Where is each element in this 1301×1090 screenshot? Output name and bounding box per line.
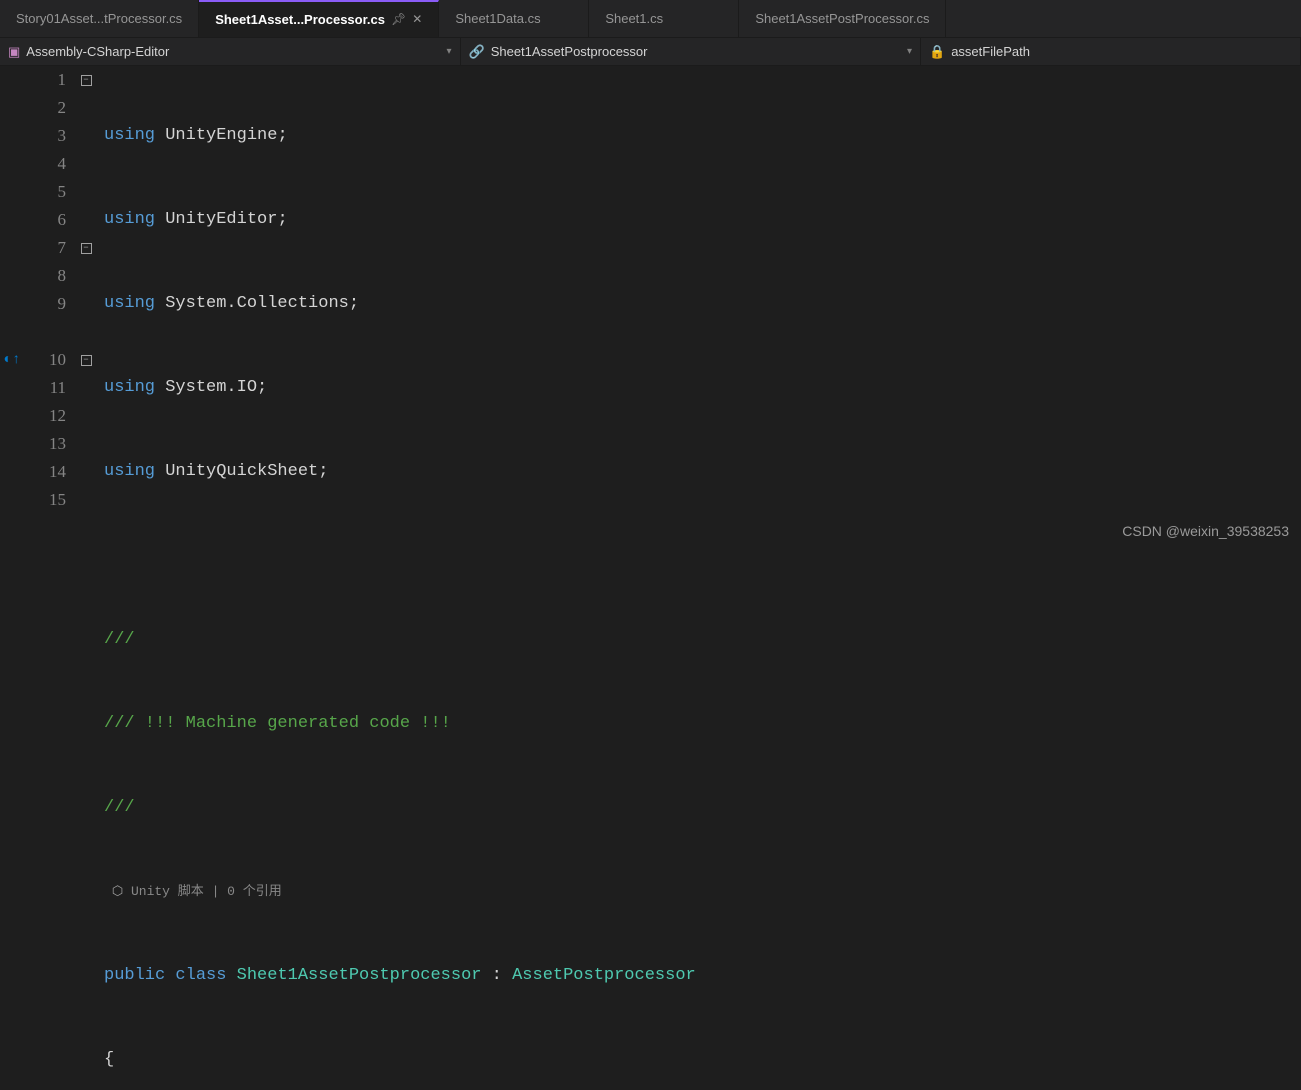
line-number: 6 [24,206,66,234]
tab-sheet1postprocessor[interactable]: Sheet1AssetPostProcessor.cs [739,0,946,37]
code-line: /// [96,626,1301,654]
line-number: 1 [24,66,66,94]
line-number: 5 [24,178,66,206]
watermark: CSDN @weixin_39538253 [1122,523,1289,539]
nav-indicator-icon[interactable]: ◐↑ [4,352,21,368]
line-number: 4 [24,150,66,178]
code-line: /// [96,794,1301,822]
tab-sheet1data[interactable]: Sheet1Data.cs [439,0,589,37]
nav-project[interactable]: ▣ Assembly-CSharp-Editor ▾ [0,38,461,65]
code-line: /// !!! Machine generated code !!! [96,710,1301,738]
line-number: 11 [24,374,66,402]
nav-bar: ▣ Assembly-CSharp-Editor ▾ 🔗 Sheet1Asset… [0,38,1301,66]
code-line: using UnityEditor; [96,206,1301,234]
fold-toggle[interactable]: − [76,66,96,94]
line-number: 9 [24,290,66,318]
indicator-margin: ◐↑ [0,66,24,545]
code-line: using System.IO; [96,374,1301,402]
tab-story01[interactable]: Story01Asset...tProcessor.cs [0,0,199,37]
editor: ◐↑ 1 2 3 4 5 6 7 8 9 10 11 12 13 14 15 −… [0,66,1301,545]
tab-label: Sheet1Asset...Processor.cs [215,12,385,27]
nav-class-label: Sheet1AssetPostprocessor [491,44,648,59]
code-line: public class Sheet1AssetPostprocessor : … [96,962,1301,990]
class-icon: 🔗 [469,44,485,60]
fold-toggle[interactable]: − [76,346,96,374]
line-number: 3 [24,122,66,150]
line-number: 15 [24,486,66,514]
tab-sheet1-processor-active[interactable]: Sheet1Asset...Processor.cs 📌︎ ✕ [199,0,439,37]
fold-column: − − − [76,66,96,545]
code-line: { [96,1046,1301,1074]
line-number: 8 [24,262,66,290]
field-icon: 🔒 [929,44,945,60]
unity-cube-icon: ⬡ [112,884,123,899]
tab-bar: Story01Asset...tProcessor.cs Sheet1Asset… [0,0,1301,38]
code-area[interactable]: using UnityEngine; using UnityEditor; us… [96,66,1301,545]
chevron-down-icon[interactable]: ▾ [907,46,912,57]
chevron-down-icon[interactable]: ▾ [446,46,451,57]
line-number: 14 [24,458,66,486]
close-icon[interactable]: ✕ [412,12,422,26]
nav-member-label: assetFilePath [951,44,1030,59]
tab-sheet1[interactable]: Sheet1.cs [589,0,739,37]
line-number-gutter: 1 2 3 4 5 6 7 8 9 10 11 12 13 14 15 [24,66,76,545]
code-lens[interactable]: ⬡ Unity 脚本 | 0 个引用 [96,878,1301,906]
tab-label: Sheet1Data.cs [455,11,540,26]
code-line: using System.Collections; [96,290,1301,318]
code-line: using UnityQuickSheet; [96,458,1301,486]
code-line [96,542,1301,570]
line-number: 13 [24,430,66,458]
line-number: 12 [24,402,66,430]
line-number: 10 [24,346,66,374]
tab-label: Story01Asset...tProcessor.cs [16,11,182,26]
line-number: 7 [24,234,66,262]
fold-toggle[interactable]: − [76,234,96,262]
pin-icon[interactable]: 📌︎ [391,12,406,26]
line-number: 2 [24,94,66,122]
nav-project-label: Assembly-CSharp-Editor [26,44,169,59]
tab-label: Sheet1AssetPostProcessor.cs [755,11,929,26]
tab-label: Sheet1.cs [605,11,663,26]
code-line: using UnityEngine; [96,122,1301,150]
nav-member[interactable]: 🔒 assetFilePath [921,38,1301,65]
nav-class[interactable]: 🔗 Sheet1AssetPostprocessor ▾ [461,38,922,65]
csharp-project-icon: ▣ [8,44,20,60]
